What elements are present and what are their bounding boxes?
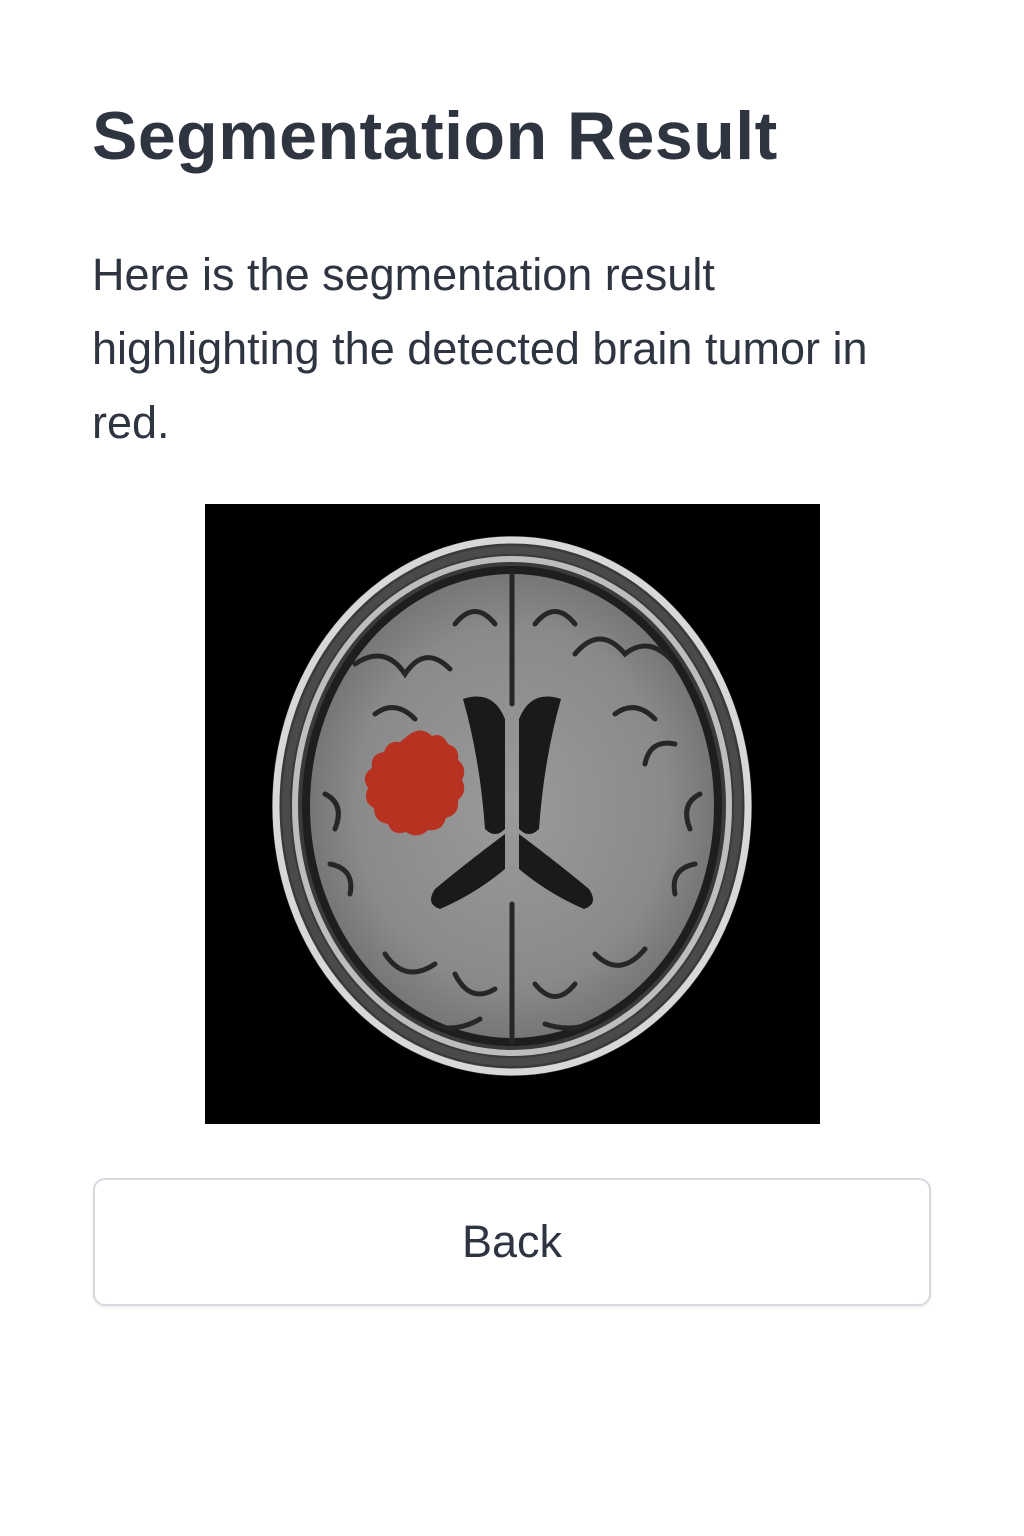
segmented-brain-scan [205, 504, 820, 1124]
back-button[interactable]: Back [93, 1178, 931, 1306]
page-title: Segmentation Result [92, 98, 778, 174]
result-description: Here is the segmentation result highligh… [92, 249, 868, 448]
mri-scan-image [205, 504, 820, 1124]
